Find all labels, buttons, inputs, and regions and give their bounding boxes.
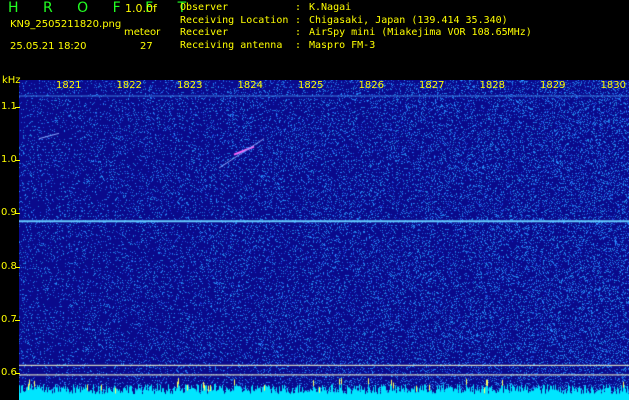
- observation-metadata: Observer: K.Nagai Receiving Location: Chig…: [180, 2, 532, 52]
- meta-row-location: Receiving Location: Chigasaki, Japan (139…: [180, 15, 532, 28]
- y-tick-mark: [15, 373, 20, 375]
- x-axis-labels: 1821 1822 1823 1824 1825 1826 1827 1828 1829 1830: [0, 80, 629, 96]
- meta-row-receiver: Receiver: AirSpy mini (Miakejima VOR 108.…: [180, 27, 532, 40]
- x-tick-label: 1826: [358, 80, 384, 91]
- meta-row-antenna: Receiving antenna: Maspro FM-3: [180, 40, 532, 53]
- app-title: H R O F F T: [8, 0, 197, 16]
- file-name: KN9_2505211820.png: [10, 19, 122, 30]
- meta-key: Receiving antenna: [180, 39, 283, 51]
- x-tick-label: 1822: [116, 80, 142, 91]
- meteor-label: meteor: [124, 27, 161, 38]
- y-tick-mark: [15, 160, 20, 161]
- x-tick-label: 1827: [419, 80, 445, 91]
- meta-value: K.Nagai: [309, 2, 352, 13]
- y-tick-mark: [15, 213, 20, 215]
- app-version: 1.0.0f: [125, 2, 157, 15]
- x-tick-label: 1828: [479, 80, 505, 91]
- meta-key: Observer: [180, 2, 229, 13]
- x-tick-label: 1825: [298, 80, 324, 91]
- meta-row-observer: Observer: K.Nagai: [180, 2, 532, 15]
- meta-separator: :: [295, 2, 302, 13]
- y-tick-mark: [15, 320, 20, 321]
- meta-value: AirSpy mini (Miakejima VOR 108.65MHz): [309, 27, 532, 38]
- date-time: 25.05.21 18:20: [10, 41, 87, 52]
- x-tick-label: 1824: [237, 80, 263, 91]
- x-tick-label: 1821: [56, 80, 82, 91]
- header-panel: H R O F F T 1.0.0f KN9_2505211820.png me…: [0, 0, 629, 80]
- x-tick-label: 1829: [540, 80, 566, 91]
- meta-key: Receiving Location: [180, 14, 289, 26]
- x-tick-label: 1830: [600, 80, 626, 91]
- y-tick-mark: [15, 266, 20, 268]
- meta-value: Maspro FM-3: [309, 39, 376, 51]
- spectrogram-canvas: [19, 80, 629, 400]
- y-tick-mark: [15, 106, 20, 108]
- meteor-count: 27: [140, 41, 153, 52]
- meta-separator: :: [295, 14, 302, 26]
- meta-value: Chigasaki, Japan (139.414 35.340): [309, 14, 508, 26]
- meta-key: Receiver: [180, 27, 229, 38]
- spectrogram: [19, 80, 629, 400]
- x-tick-label: 1823: [177, 80, 203, 91]
- meta-separator: :: [295, 39, 302, 51]
- meta-separator: :: [295, 27, 302, 38]
- y-axis: [0, 80, 19, 400]
